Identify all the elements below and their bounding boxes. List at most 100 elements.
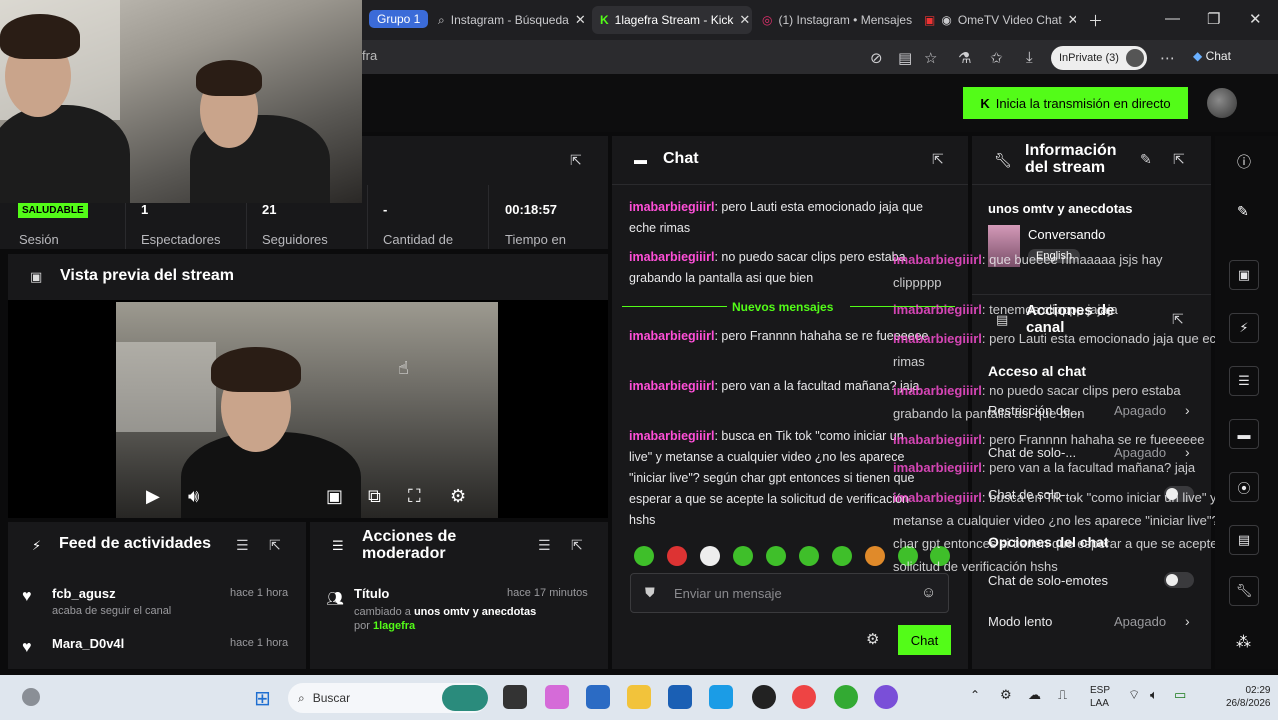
filter-icon[interactable]: ☰	[538, 537, 551, 554]
edit-pencil-icon[interactable]: ✎	[1237, 203, 1249, 220]
users-icon: 👥︎	[326, 590, 344, 606]
go-live-button[interactable]: K Inicia la transmisión en directo	[963, 87, 1188, 119]
messenger-icon[interactable]	[874, 685, 898, 709]
popout-icon[interactable]: ⇱	[571, 537, 583, 554]
chrome-profile-icon[interactable]	[834, 685, 858, 709]
chat-message: imabarbiegiiirl: busca en Tik tok "como …	[629, 429, 915, 527]
tab-ometv[interactable]: ▣ ◉ OmeTV Video Chat ✕	[916, 6, 1076, 34]
tracking-icon[interactable]: ⊘	[870, 49, 883, 67]
edit-pencil-icon[interactable]: ✎	[1140, 151, 1152, 168]
language-indicator[interactable]: ESP LAA	[1090, 684, 1110, 710]
close-tab-icon[interactable]: ✕	[575, 12, 586, 28]
wrench-icon[interactable]: 🔧︎	[1229, 576, 1259, 606]
info-icon[interactable]: ⓘ	[1237, 152, 1251, 172]
address-field[interactable]: fra	[362, 48, 377, 63]
emote-icon[interactable]	[733, 546, 753, 566]
widgets-icon[interactable]	[22, 688, 40, 706]
user-avatar[interactable]	[1207, 88, 1237, 118]
popout-icon[interactable]: ⇱	[269, 537, 281, 554]
emote-icon[interactable]	[799, 546, 819, 566]
tab-instagram-search[interactable]: ⌕ Instagram - Búsqueda ✕	[430, 6, 590, 34]
wifi-icon[interactable]: ⌔	[1128, 687, 1140, 703]
windows-start-icon[interactable]: ⊞	[254, 686, 271, 711]
tab-group-label[interactable]: Grupo 1	[369, 10, 429, 28]
lightning-icon[interactable]: ⚡	[1229, 313, 1259, 343]
chevron-up-icon[interactable]: ⌃	[970, 688, 980, 702]
outlook-icon[interactable]	[668, 685, 692, 709]
tab-kick-stream[interactable]: K 1lagefra Stream - Kick ✕	[592, 6, 752, 34]
mod-detail: cambiado a unos omtv y anecdotas por 1la…	[354, 606, 537, 632]
emote-icon[interactable]	[766, 546, 786, 566]
reader-icon[interactable]: ▤	[898, 49, 912, 67]
stats-icon[interactable]: ▤	[1229, 525, 1259, 555]
send-chat-button[interactable]: Chat	[898, 625, 951, 655]
search-icon: ⌕	[298, 690, 305, 705]
stat-time-live: 00:18:57 Tiempo en	[488, 185, 608, 249]
copilot-app-icon[interactable]	[545, 685, 569, 709]
broadcast-icon[interactable]: ⦿	[1229, 472, 1259, 502]
fullscreen-icon[interactable]: ⛶	[408, 486, 421, 507]
tray-icon[interactable]: ☁	[1028, 687, 1041, 703]
tab-instagram-messages[interactable]: ◎ (1) Instagram • Mensajes ✕	[754, 6, 914, 34]
settings-gear-icon[interactable]: ⚙	[450, 486, 466, 507]
tray-icon[interactable]: ⎍	[1058, 687, 1067, 703]
close-tab-icon[interactable]: ✕	[1068, 12, 1076, 28]
pip-icon[interactable]: ⧉	[368, 486, 381, 507]
edge-icon[interactable]	[709, 685, 733, 709]
chat-input[interactable]: ⛊ Enviar un mensaje ☺	[630, 573, 949, 613]
slow-mode-value[interactable]: Apagado	[1114, 614, 1166, 629]
extensions-icon[interactable]: ⚗	[958, 49, 971, 67]
restore-icon[interactable]: ❐	[1207, 10, 1220, 28]
filter-icon[interactable]: ☰	[236, 537, 249, 554]
taskbar-search[interactable]: ⌕ Buscar	[288, 683, 488, 713]
emoji-icon[interactable]: ☺	[921, 584, 936, 601]
close-tab-icon[interactable]: ✕	[739, 12, 750, 28]
theater-mode-icon[interactable]: ▣	[326, 486, 343, 507]
popout-icon[interactable]: ⇱	[932, 151, 944, 168]
volume-icon[interactable]: 🔊︎	[188, 486, 199, 507]
clock[interactable]: 02:29 26/8/2026	[1226, 684, 1271, 710]
category-name[interactable]: Conversando	[1028, 227, 1105, 242]
stream-video[interactable]: ▶ 🔊︎ ▣ ⧉ ⛶ ⚙	[116, 302, 498, 518]
app-icon[interactable]	[752, 685, 776, 709]
tray-icon[interactable]: ⚙	[1000, 687, 1012, 703]
heart-icon: ♥	[22, 639, 32, 656]
emote-icon[interactable]	[700, 546, 720, 566]
emote-icon[interactable]	[832, 546, 852, 566]
popout-icon[interactable]: ⇱	[1173, 151, 1185, 168]
battery-icon[interactable]: ▭	[1174, 687, 1186, 703]
favorite-star-icon[interactable]: ☆	[924, 49, 937, 67]
store-icon[interactable]	[586, 685, 610, 709]
close-window-icon[interactable]: ✕	[1249, 10, 1262, 28]
layout-icon[interactable]: ⁂	[1236, 633, 1251, 651]
more-icon[interactable]: ⋯	[1160, 49, 1175, 67]
preview-panel-icon[interactable]: ▣	[1229, 260, 1259, 290]
chat-settings-gear-icon[interactable]: ⚙	[866, 630, 879, 648]
chat-icon[interactable]: ▬	[1229, 419, 1259, 449]
stream-title-value: unos omtv y anecdotas	[988, 201, 1133, 216]
favorites-icon[interactable]: ✩	[990, 49, 1003, 67]
person-hair	[196, 60, 262, 96]
list-icon[interactable]: ☰	[1229, 366, 1259, 396]
chrome-icon[interactable]	[792, 685, 816, 709]
copilot-chat-button[interactable]: ◆ Chat	[1193, 49, 1231, 63]
download-icon[interactable]: ⤓	[1026, 49, 1033, 66]
popout-icon[interactable]: ⇱	[1172, 311, 1184, 328]
play-icon[interactable]: ▶	[146, 486, 160, 507]
emote-icon[interactable]	[634, 546, 654, 566]
file-explorer-icon[interactable]	[627, 685, 651, 709]
chat-title: Chat	[663, 150, 699, 167]
emote-icon[interactable]	[667, 546, 687, 566]
volume-icon[interactable]: 🔈︎	[1150, 687, 1158, 703]
minimize-icon[interactable]: —	[1165, 10, 1180, 27]
chevron-right-icon[interactable]: ›	[1185, 613, 1190, 629]
popout-icon[interactable]: ⇱	[570, 152, 582, 169]
chat-message: imabarbiegiiirl: pero van a la facultad …	[629, 379, 920, 393]
emote-icon[interactable]	[865, 546, 885, 566]
new-tab-icon[interactable]: ＋	[1088, 10, 1103, 31]
divider	[622, 306, 727, 307]
task-view-icon[interactable]	[503, 685, 527, 709]
chat-message: imabarbiegiiirl: no puedo sacar clips pe…	[629, 250, 906, 285]
webcam-overlay	[0, 0, 362, 203]
inprivate-badge[interactable]: InPrivate (3)	[1051, 46, 1147, 70]
